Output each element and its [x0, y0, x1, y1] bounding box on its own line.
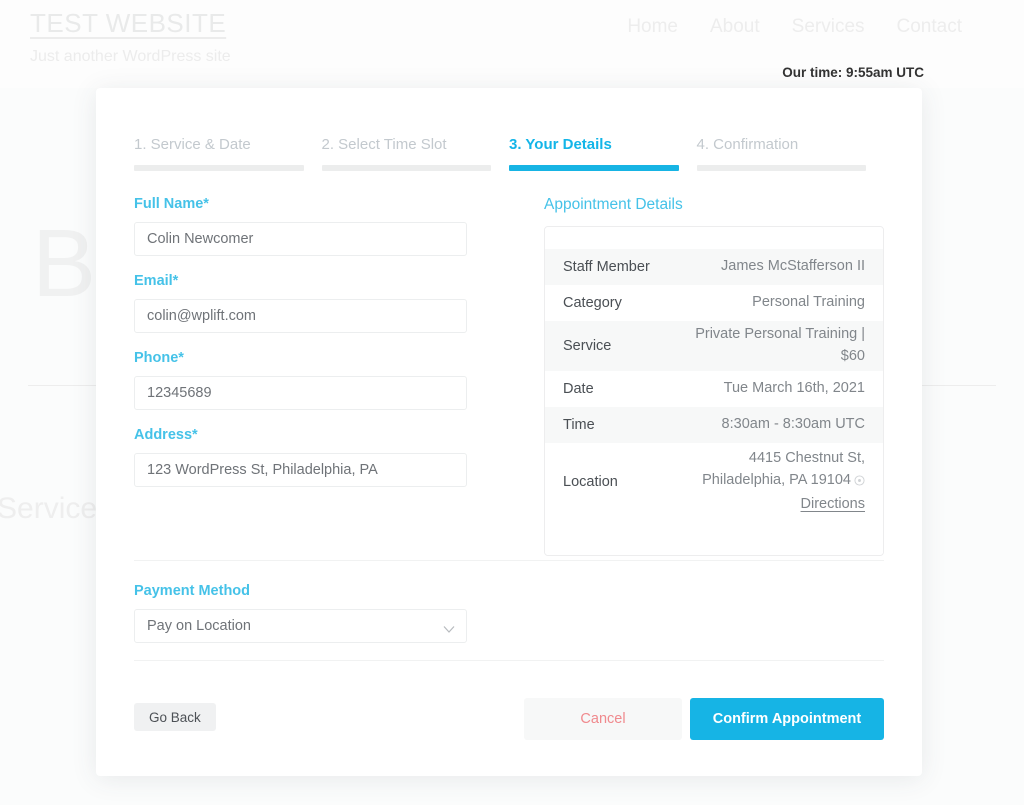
nav-item-services[interactable]: Services — [792, 16, 865, 38]
phone-label: Phone* — [134, 350, 184, 366]
detail-value: Personal Training — [752, 294, 865, 311]
location-line-2: Philadelphia, PA 19104 — [702, 472, 851, 489]
appointment-details-title: Appointment Details — [544, 196, 683, 213]
go-back-button[interactable]: Go Back — [134, 703, 216, 731]
our-time-label: Our time: 9:55am UTC — [782, 65, 924, 80]
detail-row-category: Category Personal Training — [545, 285, 883, 321]
detail-row-service: Service Private Personal Training | $60 — [545, 321, 883, 371]
booking-body: Full Name* Email* Phone* Address* Appoin… — [134, 196, 884, 556]
site-title[interactable]: TEST WEBSITE — [30, 8, 226, 39]
directions-link[interactable]: Directions — [801, 496, 865, 512]
details-header-row — [545, 227, 883, 249]
full-name-label: Full Name* — [134, 196, 209, 212]
step-confirmation[interactable]: 4. Confirmation — [696, 136, 885, 171]
step-progress-bar — [509, 165, 679, 171]
detail-row-date: Date Tue March 16th, 2021 — [545, 371, 883, 407]
step-label: 3. Your Details — [509, 136, 612, 153]
cancel-button[interactable]: Cancel — [524, 698, 682, 740]
appointment-details-panel: Appointment Details Staff Member James M… — [509, 196, 884, 556]
phone-input[interactable] — [134, 376, 467, 410]
payment-method-select-wrap: Pay on Location — [134, 609, 467, 643]
detail-row-location: Location 4415 Chestnut St, Philadelphia,… — [545, 443, 883, 521]
nav-item-home[interactable]: Home — [627, 16, 678, 38]
detail-value: Tue March 16th, 2021 — [723, 380, 865, 397]
step-progress-bar — [134, 165, 304, 171]
modal-footer: Go Back Cancel Confirm Appointment — [134, 698, 884, 740]
step-your-details[interactable]: 3. Your Details — [509, 136, 697, 171]
detail-key: Service — [563, 338, 612, 354]
detail-key: Date — [563, 381, 594, 397]
full-name-input[interactable] — [134, 222, 467, 256]
primary-nav: Home About Services Contact — [627, 16, 962, 38]
detail-row-staff-member: Staff Member James McStafferson II — [545, 249, 883, 285]
step-indicator: 1. Service & Date 2. Select Time Slot 3.… — [134, 136, 884, 171]
detail-value: 4415 Chestnut St, Philadelphia, PA 19104… — [690, 448, 865, 515]
email-input[interactable] — [134, 299, 467, 333]
field-address: Address* — [134, 427, 509, 487]
detail-key: Staff Member — [563, 259, 650, 275]
step-select-time-slot[interactable]: 2. Select Time Slot — [321, 136, 510, 171]
nav-item-about[interactable]: About — [710, 16, 760, 38]
booking-modal: 1. Service & Date 2. Select Time Slot 3.… — [96, 88, 922, 776]
details-footer-row — [545, 521, 883, 555]
step-progress-bar — [321, 165, 491, 171]
detail-key: Location — [563, 474, 618, 490]
details-form: Full Name* Email* Phone* Address* — [134, 196, 509, 556]
step-progress-bar — [696, 165, 866, 171]
detail-value: 8:30am - 8:30am UTC — [721, 416, 865, 433]
divider-above-buttons — [134, 660, 884, 661]
payment-method-select[interactable]: Pay on Location — [134, 609, 467, 643]
detail-row-time: Time 8:30am - 8:30am UTC — [545, 407, 883, 443]
nav-item-contact[interactable]: Contact — [897, 16, 962, 38]
step-label: 2. Select Time Slot — [321, 136, 447, 153]
address-label: Address* — [134, 427, 198, 443]
payment-method-section: Payment Method Pay on Location — [134, 583, 467, 643]
field-full-name: Full Name* — [134, 196, 509, 256]
detail-key: Category — [563, 295, 622, 311]
step-service-date[interactable]: 1. Service & Date — [134, 136, 322, 171]
field-phone: Phone* — [134, 350, 509, 410]
email-label: Email* — [134, 273, 179, 289]
detail-value: Private Personal Training | $60 — [695, 326, 865, 364]
payment-method-label: Payment Method — [134, 583, 251, 599]
detail-value: James McStafferson II — [721, 258, 865, 275]
address-input[interactable] — [134, 453, 467, 487]
map-pin-icon — [854, 472, 865, 494]
detail-key: Time — [563, 417, 595, 433]
background-subheading: ur Service — [0, 492, 98, 525]
step-label: 1. Service & Date — [134, 136, 251, 153]
site-tagline: Just another WordPress site — [30, 48, 231, 65]
step-label: 4. Confirmation — [696, 136, 799, 153]
location-line-1: 4415 Chestnut St, — [748, 450, 865, 467]
confirm-appointment-button[interactable]: Confirm Appointment — [690, 698, 884, 740]
field-email: Email* — [134, 273, 509, 333]
appointment-details-card: Staff Member James McStafferson II Categ… — [544, 226, 884, 556]
divider-above-payment — [134, 560, 884, 561]
